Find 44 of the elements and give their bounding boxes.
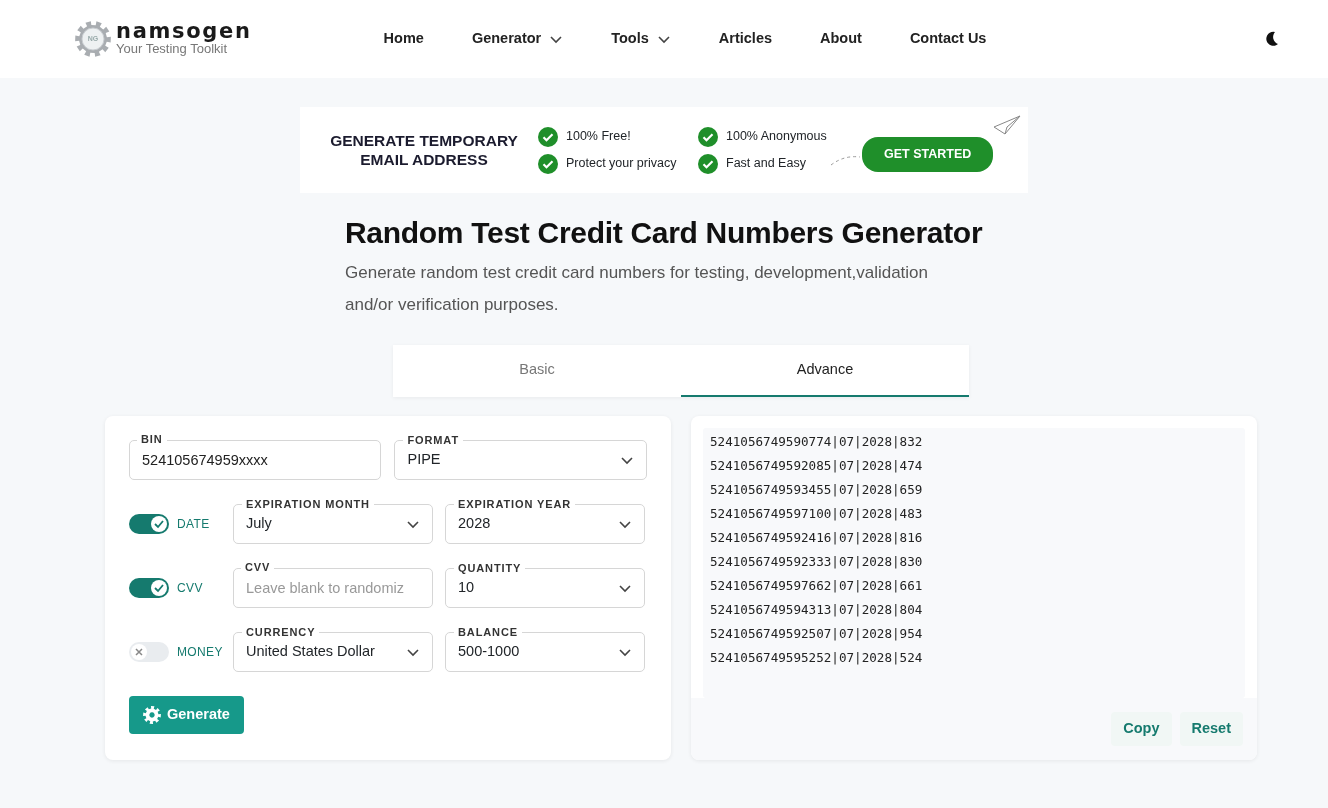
paper-plane-icon (993, 115, 1022, 135)
check-circle-icon (538, 153, 558, 174)
feature-text: 100% Anonymous (726, 128, 827, 146)
card-number-line: 5241056749597100|07|2028|483 (710, 505, 924, 523)
action-button[interactable]: Reset (1179, 712, 1243, 746)
card-number-line: 5241056749590774|07|2028|832 (710, 433, 924, 451)
nav-link[interactable]: About (820, 28, 862, 50)
feature-text: 100% Free! (566, 128, 631, 146)
card-number-line: 5241056749593455|07|2028|659 (710, 481, 924, 499)
card-number-line: 5241056749597662|07|2028|661 (710, 577, 924, 595)
card-number-line: 5241056749592507|07|2028|954 (710, 625, 924, 643)
banner-heading: GENERATE TEMPORARY EMAIL ADDRESS (329, 130, 519, 170)
check-circle-icon (698, 153, 718, 174)
card-number-line: 5241056749594313|07|2028|804 (710, 601, 924, 619)
toggle-switch[interactable] (129, 578, 169, 598)
tab[interactable]: Basic (393, 345, 681, 397)
feature-text: Protect your privacy (566, 155, 677, 173)
get-started-button[interactable]: GET STARTED (862, 137, 994, 172)
banner-ad[interactable]: GENERATE TEMPORARY EMAIL ADDRESS 100% Free! 100% Anonymous Protect your privacy Fast and Easy GET STARTED (300, 107, 1028, 193)
page-title: Random Test Credit Card Numbers Generator (345, 215, 984, 251)
toggle-label: DATE (177, 516, 210, 533)
check-circle-icon (538, 126, 558, 147)
toggle-switch[interactable] (129, 514, 169, 534)
toggle-switch[interactable] (129, 642, 169, 662)
generate-button[interactable]: Generate (129, 696, 244, 734)
nav-link[interactable]: Articles (718, 28, 772, 50)
action-button[interactable]: Copy (1111, 712, 1172, 746)
toggle-label: CVV (177, 580, 203, 597)
feature-text: Fast and Easy (726, 155, 806, 173)
check-circle-icon (698, 126, 718, 147)
nav-link[interactable]: Tools (611, 28, 671, 50)
card-number-line: 5241056749592085|07|2028|474 (710, 457, 924, 475)
brand-tagline: Your Testing Toolkit (116, 42, 228, 57)
nav-link[interactable]: Home (383, 28, 424, 50)
card-number-line: 5241056749595252|07|2028|524 (710, 649, 924, 667)
card-number-line: 5241056749592416|07|2028|816 (710, 529, 924, 547)
tab[interactable]: Advance (681, 345, 969, 397)
page-description: Generate random test credit card numbers for testing, development,validation and/or verification purposes. (345, 262, 930, 316)
nav-link[interactable]: Generator (471, 28, 564, 50)
gear-icon (143, 705, 161, 724)
nav-link[interactable]: Contact Us (909, 28, 987, 50)
brand-name[interactable]: namsogen (116, 21, 252, 43)
toggle-label: MONEY (177, 644, 223, 661)
card-number-line: 5241056749592333|07|2028|830 (710, 553, 924, 571)
